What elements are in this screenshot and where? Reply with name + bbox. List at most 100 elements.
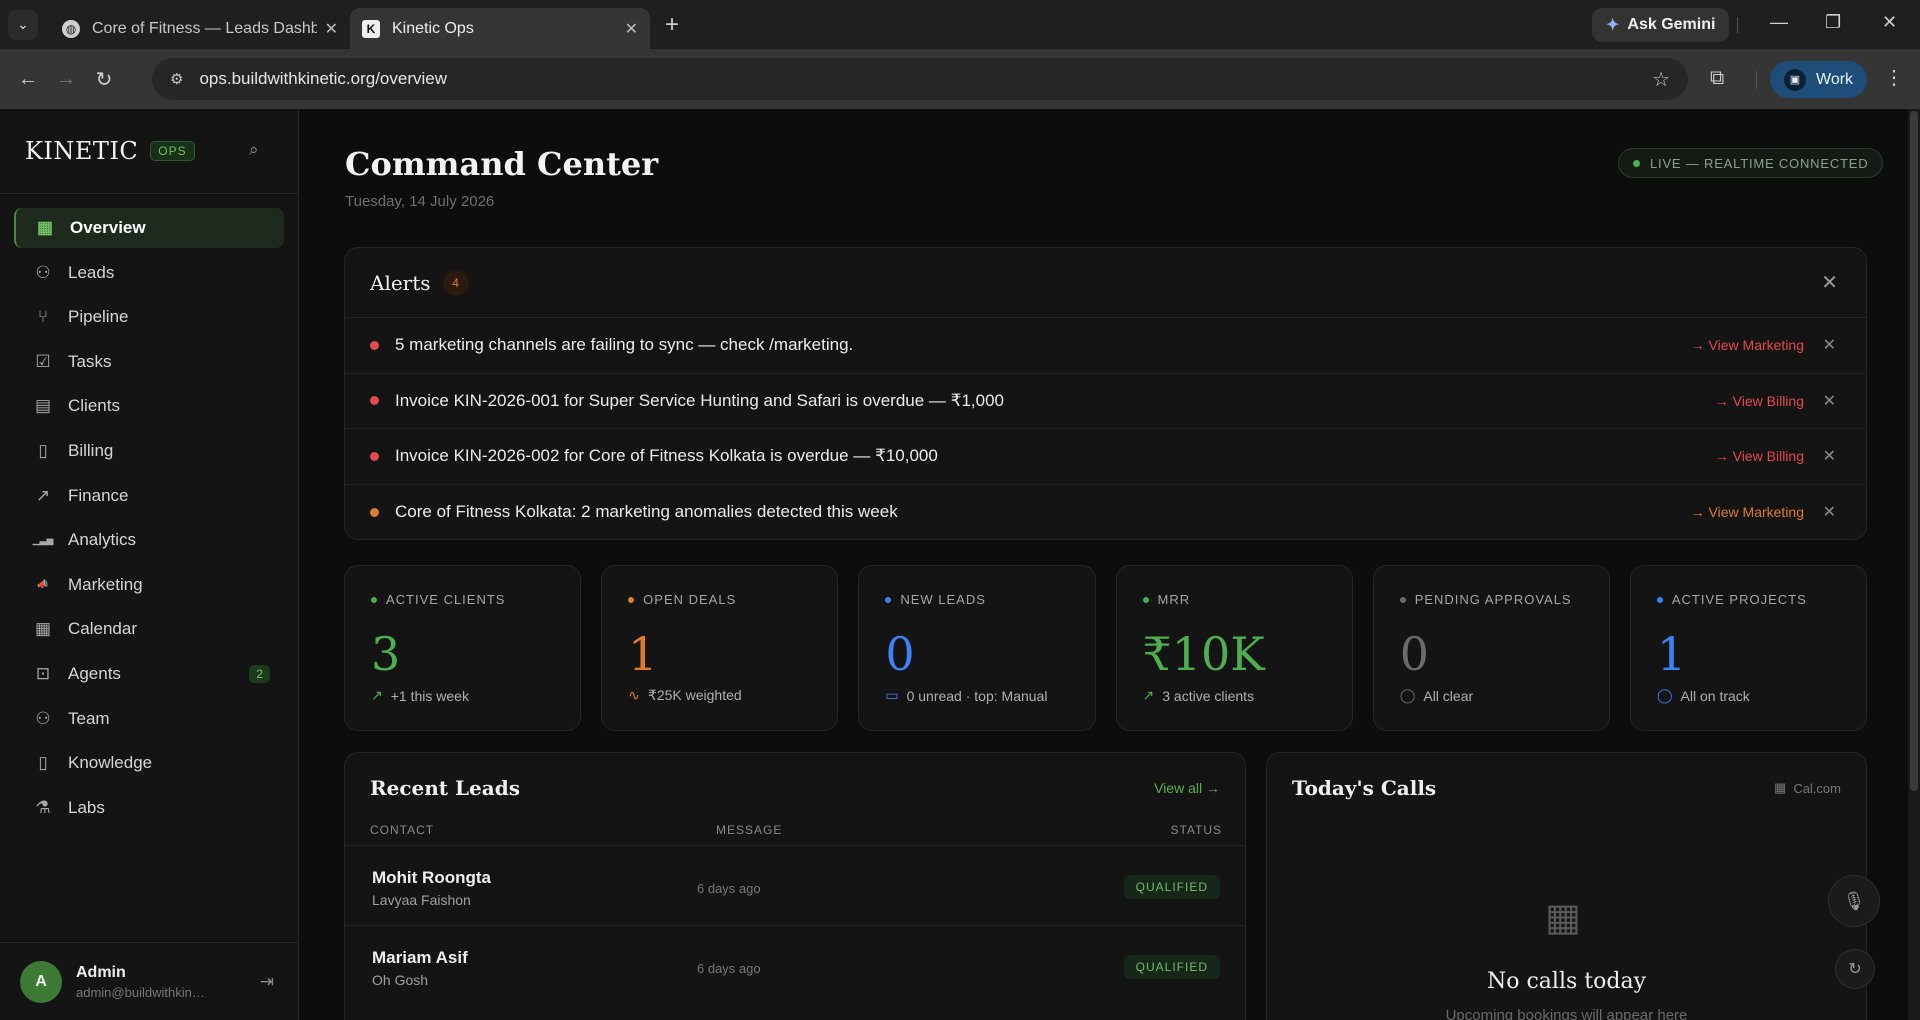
kpi-card-open-deals[interactable]: OPEN DEALS 1 ∿ ₹25K weighted	[601, 565, 839, 731]
kpi-subtext-value: ₹25K weighted	[647, 687, 742, 703]
sidebar-item-pipeline[interactable]: ⑂ Pipeline	[14, 297, 284, 337]
sidebar-item-label: Clients	[68, 396, 120, 416]
tab-search-button[interactable]: ⌄	[8, 9, 38, 40]
todays-calls-card: Today's Calls ▦ Cal.com ▦ No calls today…	[1266, 752, 1867, 1020]
close-alerts-icon[interactable]: ✕	[1821, 270, 1838, 295]
scrollbar-thumb[interactable]	[1910, 111, 1918, 791]
trend-icon: ↗	[35, 485, 51, 505]
sidebar-item-label: Labs	[68, 797, 105, 817]
alert-action-link[interactable]: → View Billing	[1715, 448, 1804, 464]
kpi-card-mrr[interactable]: MRR ₹10K ↗ 3 active clients	[1115, 565, 1353, 731]
kpi-card-active-projects[interactable]: ACTIVE PROJECTS 1 ◯ All on track	[1629, 565, 1868, 731]
live-status-badge: LIVE — REALTIME CONNECTED	[1618, 148, 1884, 178]
flask-icon: ⚗	[35, 797, 51, 817]
back-button[interactable]: ←	[10, 61, 46, 97]
dismiss-alert-icon[interactable]: ✕	[1823, 391, 1836, 411]
url-text[interactable]: ops.buildwithkinetic.org/overview	[199, 69, 1652, 89]
sidebar-item-knowledge[interactable]: ▯ Knowledge	[14, 743, 284, 783]
kpi-subtext: ∿ ₹25K weighted	[628, 687, 741, 704]
sidebar-item-leads[interactable]: ⚇ Leads	[14, 253, 284, 293]
browser-tab-kinetic-ops[interactable]: K Kinetic Ops ✕	[350, 8, 650, 49]
bookmark-star-icon[interactable]: ☆	[1652, 67, 1670, 92]
restore-icon[interactable]: ❐	[1825, 12, 1841, 33]
sidebar-item-label: Agents	[68, 663, 121, 683]
kpi-subtext-value: +1 this week	[390, 687, 469, 704]
alert-action-link[interactable]: → View Marketing	[1691, 504, 1804, 520]
browser-toolbar: ← → ↻ ⚙ ops.buildwithkinetic.org/overvie…	[0, 49, 1920, 109]
alerts-header: Alerts 4 ✕	[345, 248, 1866, 318]
dismiss-alert-icon[interactable]: ✕	[1823, 446, 1836, 466]
profile-button[interactable]: ▣ Work	[1770, 61, 1868, 98]
sidebar-item-team[interactable]: ⚇ Team	[14, 699, 284, 739]
browser-tab-leads-dashboard[interactable]: ◍ Core of Fitness — Leads Dashboard ✕	[50, 8, 350, 49]
ask-gemini-button[interactable]: ✦ Ask Gemini	[1592, 8, 1730, 42]
column-header-status: STATUS	[1170, 823, 1222, 837]
dismiss-alert-icon[interactable]: ✕	[1823, 335, 1836, 355]
sidebar-item-marketing[interactable]: 📣 Marketing	[14, 565, 284, 605]
kpi-card-pending-approvals[interactable]: PENDING APPROVALS 0 ◯ All clear	[1372, 565, 1610, 731]
cal-source-label: Cal.com	[1793, 780, 1841, 796]
sidebar-item-labs[interactable]: ⚗ Labs	[14, 788, 284, 828]
grid-icon: ▦	[36, 218, 54, 237]
recent-leads-card: Recent Leads View all → CONTACT MESSAGE …	[344, 752, 1246, 1020]
empty-state-subtitle: Upcoming bookings will appear here	[1445, 1007, 1688, 1020]
kpi-label-text: ACTIVE PROJECTS	[1671, 592, 1807, 607]
refresh-button[interactable]: ↻	[1835, 949, 1875, 989]
kpi-label: ACTIVE PROJECTS	[1656, 592, 1840, 607]
close-tab-icon[interactable]: ✕	[625, 19, 638, 39]
new-tab-button[interactable]: +	[656, 9, 688, 41]
lead-name: Mariam Asif	[372, 948, 468, 967]
extensions-icon[interactable]: ⧉	[1710, 67, 1724, 90]
search-icon[interactable]: ⌕	[249, 140, 259, 160]
kpi-value: 0	[1399, 627, 1429, 681]
alert-action-link[interactable]: → View Billing	[1715, 393, 1804, 409]
cal-com-link[interactable]: ▦ Cal.com	[1774, 780, 1841, 796]
table-row[interactable]: Mariam Asif Oh Gosh 6 days ago QUALIFIED	[345, 925, 1245, 1005]
user-profile: A Admin admin@buildwithkinetic.org ⇥	[0, 942, 298, 1020]
site-settings-icon[interactable]: ⚙	[170, 70, 183, 88]
alert-action-link[interactable]: → View Marketing	[1691, 337, 1804, 353]
sidebar-item-overview[interactable]: ▦ Overview	[14, 208, 284, 248]
reload-button[interactable]: ↻	[86, 61, 122, 97]
kpi-row: ACTIVE CLIENTS 3 ↗ +1 this week OPEN DEALS 1 ∿…	[344, 565, 1868, 731]
window-close-icon[interactable]: ✕	[1882, 12, 1897, 33]
kpi-card-new-leads[interactable]: NEW LEADS 0 ▭ 0 unread · top: Manual	[858, 565, 1096, 731]
address-bar[interactable]: ⚙ ops.buildwithkinetic.org/overview ☆	[152, 58, 1688, 100]
more-menu-icon[interactable]: ⋮	[1884, 65, 1904, 90]
sidebar-item-agents[interactable]: ⊡ Agents 2	[14, 654, 284, 694]
user-info: Admin admin@buildwithkinetic.org	[76, 964, 206, 1000]
arrow-right-icon: →	[56, 67, 76, 90]
sidebar-item-analytics[interactable]: ▁▃▅ Analytics	[14, 520, 284, 560]
dismiss-alert-icon[interactable]: ✕	[1823, 502, 1836, 522]
status-badge: QUALIFIED	[1123, 875, 1220, 899]
view-all-leads-link[interactable]: View all →	[1154, 780, 1220, 796]
page-scrollbar[interactable]	[1908, 109, 1920, 1020]
sidebar-item-calendar[interactable]: ▦ Calendar	[14, 609, 284, 649]
sidebar-item-finance[interactable]: ↗ Finance	[14, 476, 284, 516]
sidebar-item-billing[interactable]: ▯ Billing	[14, 431, 284, 471]
voice-assistant-button[interactable]: 🎙	[1828, 875, 1880, 927]
minimize-icon[interactable]: —	[1770, 12, 1788, 33]
sidebar-item-label: Analytics	[68, 530, 137, 550]
todays-calls-title: Today's Calls	[1292, 776, 1437, 800]
sidebar-item-tasks[interactable]: ☑ Tasks	[14, 342, 284, 382]
agents-count-badge: 2	[249, 664, 270, 683]
ask-gemini-label: Ask Gemini	[1627, 16, 1716, 33]
kpi-subtext-value: 3 active clients	[1162, 687, 1255, 704]
sidebar: KINETIC OPS ⌕ ▦ Overview ⚇ Leads ⑂ Pipeline ☑ T…	[0, 109, 299, 1020]
alert-severity-dot	[370, 507, 379, 517]
kpi-subtext: ↗ +1 this week	[371, 687, 469, 704]
user-email: admin@buildwithkinetic.org	[76, 984, 206, 1000]
forward-button[interactable]: →	[48, 61, 84, 97]
logout-icon[interactable]: ⇥	[260, 972, 274, 992]
avatar[interactable]: A	[20, 960, 62, 1003]
divider	[1756, 71, 1757, 89]
lead-company: Lavyaa Faishon	[372, 892, 471, 908]
sidebar-item-label: Leads	[68, 262, 115, 282]
brand-logo[interactable]: KINETIC	[25, 137, 138, 165]
table-row[interactable]: Mohit Roongta Lavyaa Faishon 6 days ago QUA…	[345, 845, 1245, 925]
sidebar-item-clients[interactable]: ▤ Clients	[14, 386, 284, 426]
close-tab-icon[interactable]: ✕	[325, 19, 338, 39]
profile-icon: ▣	[1784, 68, 1806, 91]
kpi-card-active-clients[interactable]: ACTIVE CLIENTS 3 ↗ +1 this week	[344, 565, 582, 731]
